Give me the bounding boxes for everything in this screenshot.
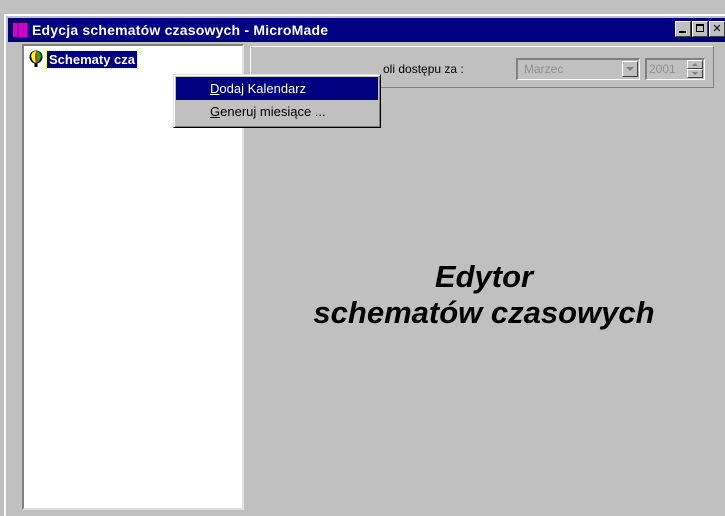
month-dropdown-button[interactable]	[622, 61, 638, 77]
arrow-up-icon	[692, 63, 698, 66]
title-bar[interactable]: Edycja schematów czasowych - MicroMade ✕	[8, 18, 725, 42]
tree-item-root[interactable]: Schematy cza	[28, 49, 138, 69]
caption-line-2: schematów czasowych	[313, 295, 655, 330]
menu-mnemonic: G	[210, 104, 221, 119]
year-value: 2001	[649, 62, 676, 76]
minimize-icon	[679, 31, 686, 33]
close-button[interactable]: ✕	[709, 21, 725, 37]
menu-item-generate-months[interactable]: Generuj miesiące ...	[176, 100, 378, 123]
context-menu: Dodaj Kalendarz Generuj miesiące ...	[173, 74, 381, 128]
close-icon: ✕	[712, 22, 722, 35]
year-increment-button[interactable]	[687, 60, 703, 69]
menu-item-add-calendar[interactable]: Dodaj Kalendarz	[176, 77, 378, 100]
access-period-label: oli dostępu za :	[383, 62, 464, 76]
balloon-icon	[29, 50, 43, 67]
year-decrement-button[interactable]	[687, 69, 703, 78]
month-select[interactable]: Marzec	[516, 58, 640, 80]
tree-root-label[interactable]: Schematy cza	[46, 49, 138, 69]
year-stepper[interactable]: 2001	[645, 58, 705, 80]
maximize-icon	[696, 24, 704, 32]
maximize-button[interactable]	[692, 21, 708, 37]
app-icon[interactable]	[12, 22, 28, 38]
arrow-down-icon	[692, 72, 698, 75]
window-title: Edycja schematów czasowych - MicroMade	[32, 22, 329, 38]
menu-item-label: eneruj miesiące ...	[220, 104, 326, 119]
caption-line-1: Edytor	[434, 259, 534, 294]
chevron-down-icon	[626, 67, 634, 71]
editor-caption: Edytor schematów czasowych	[248, 259, 720, 331]
menu-mnemonic: D	[210, 81, 220, 96]
minimize-button[interactable]	[675, 21, 691, 37]
month-value: Marzec	[524, 62, 564, 76]
menu-item-label: odaj Kalendarz	[219, 81, 307, 96]
window-controls: ✕	[674, 21, 725, 37]
year-spin-buttons	[687, 60, 703, 79]
